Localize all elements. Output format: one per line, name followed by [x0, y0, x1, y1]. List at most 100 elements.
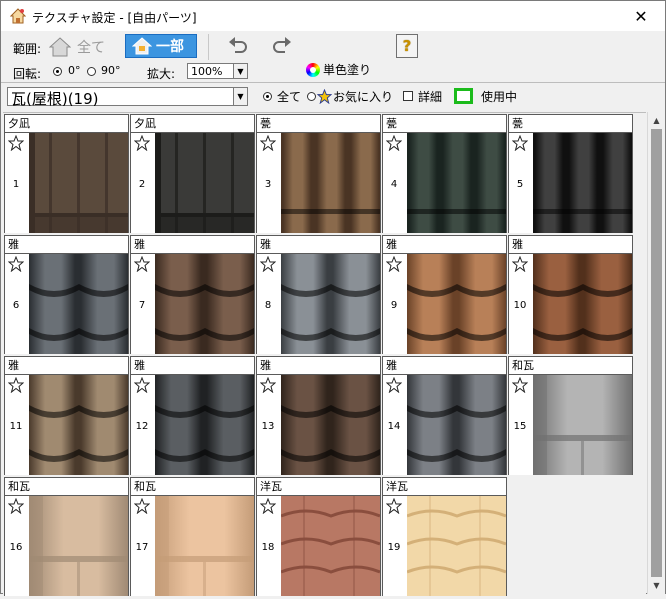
- texture-tile[interactable]: 雅 7: [130, 235, 255, 354]
- scroll-down-icon[interactable]: ▼: [648, 578, 665, 593]
- texture-swatch[interactable]: [155, 375, 254, 475]
- texture-settings-window: テクスチャ設定 - [自由パーツ] ✕ 範囲: 全て 一部 ? 回転: 0° 9…: [0, 0, 666, 596]
- mono-paint-label: 単色塗り: [323, 63, 372, 77]
- texture-tile[interactable]: 雅 6: [4, 235, 129, 354]
- favorite-star-outline-icon[interactable]: [386, 498, 402, 514]
- texture-tile[interactable]: 雅 14: [382, 356, 507, 475]
- favorite-star-outline-icon[interactable]: [260, 256, 276, 272]
- texture-tile[interactable]: 雅 12: [130, 356, 255, 475]
- texture-body: 2: [131, 132, 254, 233]
- texture-swatch[interactable]: [533, 254, 632, 354]
- texture-swatch[interactable]: [29, 375, 128, 475]
- texture-tile[interactable]: 雅 8: [256, 235, 381, 354]
- texture-tile[interactable]: 甍 4: [382, 114, 507, 233]
- texture-tile[interactable]: 雅 9: [382, 235, 507, 354]
- redo-icon[interactable]: [271, 36, 293, 56]
- app-house-icon: [10, 8, 26, 24]
- scope-part-button[interactable]: 一部: [125, 34, 197, 58]
- rotate-90-radio[interactable]: [87, 64, 96, 78]
- favorite-star-outline-icon[interactable]: [386, 256, 402, 272]
- favorite-star-outline-icon[interactable]: [512, 135, 528, 151]
- texture-swatch[interactable]: [280, 496, 381, 596]
- texture-side: 16: [5, 496, 29, 596]
- filter-favorites-radio[interactable]: [307, 91, 317, 101]
- zoom-select[interactable]: 100% ▼: [187, 63, 248, 79]
- texture-swatch[interactable]: [155, 133, 254, 233]
- favorite-star-outline-icon[interactable]: [134, 135, 150, 151]
- scope-all-button[interactable]: 全て: [49, 36, 105, 58]
- favorite-star-outline-icon[interactable]: [8, 256, 24, 272]
- texture-tile[interactable]: 洋瓦 19: [382, 477, 507, 596]
- house-partial-icon: [132, 37, 152, 55]
- texture-swatch[interactable]: [155, 254, 254, 354]
- favorite-star-outline-icon[interactable]: [260, 135, 276, 151]
- texture-tile[interactable]: 和瓦 15: [508, 356, 633, 475]
- texture-number: 2: [138, 179, 146, 190]
- texture-body: 9: [383, 253, 506, 354]
- zoom-label: 拡大:: [147, 67, 176, 81]
- texture-swatch[interactable]: [155, 496, 254, 596]
- mono-paint-button[interactable]: 単色塗り: [306, 61, 371, 78]
- texture-tile[interactable]: 甍 5: [508, 114, 633, 233]
- favorite-star-outline-icon[interactable]: [134, 256, 150, 272]
- texture-tile[interactable]: 洋瓦 18: [256, 477, 381, 596]
- in-use-indicator[interactable]: [454, 88, 474, 104]
- texture-number: 15: [513, 421, 527, 432]
- texture-name: 甍: [512, 117, 523, 130]
- in-use-label: 使用中: [481, 89, 518, 104]
- texture-tile[interactable]: 和瓦 16: [4, 477, 129, 596]
- texture-swatch[interactable]: [281, 254, 380, 354]
- favorite-star-outline-icon[interactable]: [260, 377, 276, 393]
- detail-checkbox[interactable]: [403, 91, 414, 101]
- favorite-star-outline-icon[interactable]: [386, 377, 402, 393]
- texture-side: 12: [131, 375, 155, 475]
- favorite-star-outline-icon[interactable]: [512, 256, 528, 272]
- texture-swatch[interactable]: [29, 254, 128, 354]
- close-icon: ✕: [634, 6, 648, 26]
- texture-swatch[interactable]: [407, 254, 506, 354]
- texture-swatch[interactable]: [29, 133, 128, 233]
- texture-tile[interactable]: 雅 13: [256, 356, 381, 475]
- vertical-scrollbar[interactable]: ▲ ▼: [647, 112, 665, 594]
- texture-name: 雅: [134, 359, 145, 372]
- favorite-star-outline-icon[interactable]: [8, 135, 24, 151]
- favorite-star-outline-icon[interactable]: [260, 498, 276, 514]
- texture-tile[interactable]: 甍 3: [256, 114, 381, 233]
- texture-number: 3: [264, 179, 272, 190]
- texture-swatch[interactable]: [533, 375, 632, 475]
- texture-tile[interactable]: 和瓦 17: [130, 477, 255, 596]
- texture-tile[interactable]: 夕凪 1: [4, 114, 129, 233]
- close-button[interactable]: ✕: [621, 1, 661, 31]
- rotate-0-radio[interactable]: [53, 64, 62, 78]
- favorite-star-outline-icon[interactable]: [386, 135, 402, 151]
- texture-swatch[interactable]: [407, 133, 506, 233]
- favorite-star-outline-icon[interactable]: [8, 377, 24, 393]
- texture-side: 17: [131, 496, 155, 596]
- texture-side: 4: [383, 133, 407, 233]
- category-select[interactable]: 瓦(屋根)(19) ▼: [7, 87, 248, 108]
- texture-swatch[interactable]: [406, 496, 507, 596]
- scroll-thumb[interactable]: [651, 129, 662, 577]
- texture-side: 5: [509, 133, 533, 233]
- texture-swatch[interactable]: [533, 133, 632, 233]
- texture-tile[interactable]: 雅 10: [508, 235, 633, 354]
- undo-icon[interactable]: [227, 36, 249, 56]
- scroll-up-icon[interactable]: ▲: [648, 113, 665, 128]
- texture-tile[interactable]: 夕凪 2: [130, 114, 255, 233]
- texture-tile[interactable]: 雅 11: [4, 356, 129, 475]
- favorite-star-outline-icon[interactable]: [512, 377, 528, 393]
- texture-swatch[interactable]: [281, 375, 380, 475]
- texture-body: 13: [257, 374, 380, 475]
- texture-swatch[interactable]: [281, 133, 380, 233]
- zoom-value: 100%: [191, 65, 223, 78]
- texture-number: 19: [387, 542, 401, 553]
- favorite-star-outline-icon[interactable]: [134, 498, 150, 514]
- favorite-star-outline-icon[interactable]: [134, 377, 150, 393]
- texture-swatch[interactable]: [29, 496, 128, 596]
- favorite-star-outline-icon[interactable]: [8, 498, 24, 514]
- texture-swatch[interactable]: [407, 375, 506, 475]
- texture-body: 5: [509, 132, 632, 233]
- filter-all-radio[interactable]: [263, 91, 272, 101]
- texture-side: 10: [509, 254, 533, 354]
- help-button[interactable]: ?: [396, 34, 418, 58]
